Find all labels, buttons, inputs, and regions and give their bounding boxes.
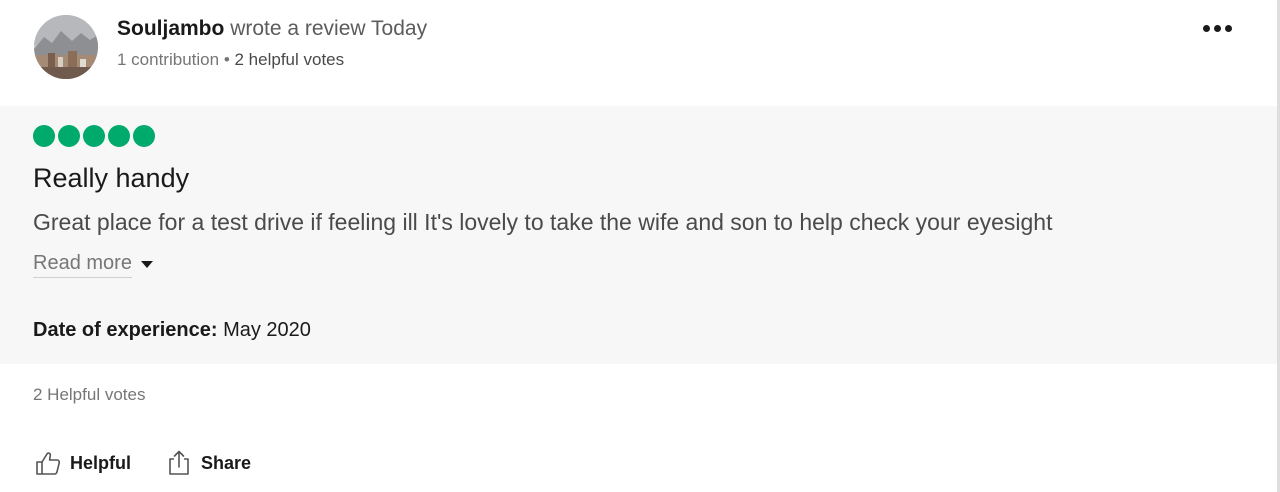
reviewer-name[interactable]: Souljambo — [117, 17, 224, 40]
review-actions: Helpful Share — [34, 449, 285, 477]
helpful-label: Helpful — [70, 453, 131, 473]
share-label: Share — [201, 453, 252, 473]
meta-separator: • — [223, 50, 230, 69]
rating-bubble-icon — [33, 125, 55, 147]
date-label: Date of experience: — [33, 319, 218, 341]
review-header: Souljambo wrote a review Today 1 contrib… — [0, 0, 1277, 106]
read-more-button[interactable]: Read more — [33, 250, 153, 278]
reviewer-helpful-votes: 2 helpful votes — [234, 50, 345, 69]
caret-down-icon — [140, 260, 153, 268]
helpful-button[interactable]: Helpful — [34, 449, 131, 477]
reviewer-meta: 1 contribution • 2 helpful votes — [117, 49, 344, 71]
dot — [1202, 24, 1210, 32]
rating-bubbles — [33, 125, 155, 147]
review-body: Really handy Great place for a test driv… — [0, 106, 1277, 364]
share-icon — [169, 450, 189, 475]
rating-bubble-icon — [58, 125, 80, 147]
helpful-votes-count: 2 Helpful votes — [33, 385, 146, 404]
rating-bubble-icon — [133, 125, 155, 147]
thumbs-up-icon — [36, 452, 61, 475]
review-title: Really handy — [33, 163, 190, 193]
dot — [1213, 24, 1221, 32]
dot — [1224, 24, 1232, 32]
rating-bubble-icon — [108, 125, 130, 147]
review-text: Great place for a test drive if feeling … — [33, 209, 1053, 235]
contribution-count: 1 contribution — [117, 50, 220, 69]
review-action-text: wrote a review Today — [230, 17, 428, 40]
share-button[interactable]: Share — [165, 449, 251, 477]
read-more-label: Read more — [33, 250, 132, 278]
avatar[interactable] — [34, 15, 98, 79]
date-of-experience: Date of experience: May 2020 — [33, 317, 311, 343]
rating-bubble-icon — [83, 125, 105, 147]
avatar-image — [34, 15, 98, 79]
more-options-icon[interactable] — [1197, 17, 1237, 39]
date-value: May 2020 — [223, 319, 311, 341]
review-card: Souljambo wrote a review Today 1 contrib… — [0, 0, 1280, 492]
reviewer-line: Souljambo wrote a review Today — [117, 16, 427, 42]
